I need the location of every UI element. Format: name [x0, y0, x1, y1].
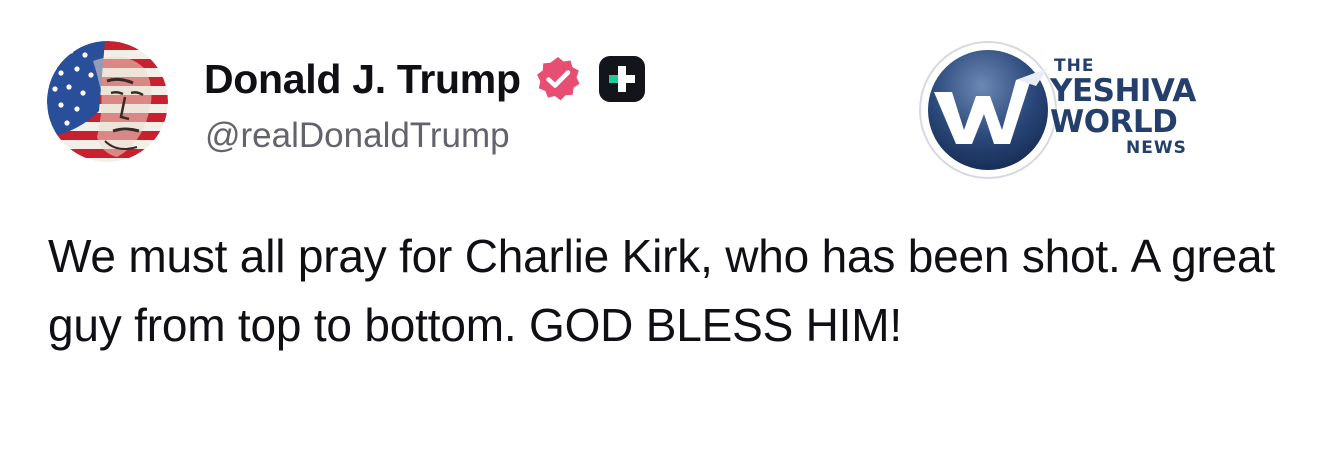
author-avatar[interactable]	[47, 41, 168, 162]
avatar-image	[47, 41, 168, 162]
author-display-name[interactable]: Donald J. Trump	[204, 56, 521, 103]
verified-badge-icon	[533, 54, 583, 104]
watermark-line-yeshiva: YESHIVA	[1050, 73, 1196, 109]
watermark-line-news: NEWS	[1126, 138, 1187, 158]
author-name-row: Donald J. Trump	[204, 54, 645, 104]
watermark-line-world: WORLD	[1050, 104, 1178, 140]
yeshiva-world-news-disc-icon	[919, 41, 1057, 179]
plus-icon	[598, 56, 645, 102]
author-handle[interactable]: @realDonaldTrump	[205, 116, 510, 156]
truth-social-post: Donald J. Trump @realDonaldTrump THE YES…	[0, 0, 1320, 455]
watermark-text: THE YESHIVA WORLD NEWS	[1050, 58, 1196, 157]
yeshiva-world-news-logo: THE YESHIVA WORLD NEWS	[918, 40, 1208, 180]
post-body-text: We must all pray for Charlie Kirk, who h…	[48, 230, 1275, 351]
